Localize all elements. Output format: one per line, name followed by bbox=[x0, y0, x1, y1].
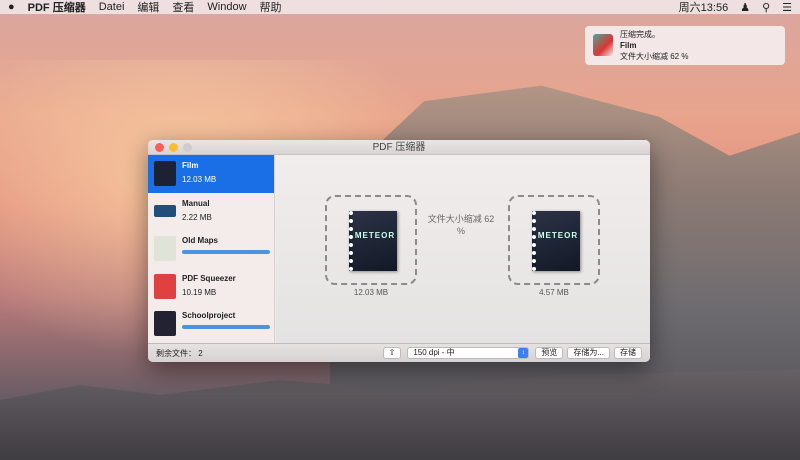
select-arrows-icon: ↕ bbox=[518, 348, 529, 358]
file-thumbnail bbox=[154, 311, 176, 337]
document-icon: METEOR bbox=[532, 211, 580, 271]
menu-app[interactable]: PDF 压缩器 bbox=[28, 0, 86, 15]
dpi-select[interactable]: 150 dpi - 中 ↕ bbox=[407, 347, 530, 359]
save-button[interactable]: 存储 bbox=[614, 347, 642, 359]
menu-view[interactable]: 查看 bbox=[172, 0, 194, 15]
save-as-button[interactable]: 存储为... bbox=[567, 347, 610, 359]
file-name: Schoolproject bbox=[182, 311, 236, 321]
app-window: PDF 压缩器 Film 12.03 MB Manual 2.22 MB Old M… bbox=[148, 140, 650, 362]
clock[interactable]: 周六13:56 bbox=[679, 0, 729, 15]
compressed-size: 4.57 MB bbox=[539, 288, 569, 297]
file-name: Film bbox=[182, 161, 199, 170]
search-icon[interactable]: ⚲ bbox=[762, 1, 770, 14]
compare-panel: METEOR 12.03 MB 文件大小缩减 62 % METEOR 4.57 … bbox=[276, 155, 650, 343]
file-list: Film 12.03 MB Manual 2.22 MB Old Maps PDF … bbox=[148, 155, 275, 343]
menu-datei[interactable]: Datei bbox=[99, 1, 125, 13]
notification-center-icon[interactable]: ☰ bbox=[782, 1, 792, 14]
progress-bar bbox=[182, 325, 270, 330]
reduction-label: 文件大小缩减 62 % bbox=[427, 214, 495, 236]
remaining-files: 剩余文件： 2 bbox=[156, 348, 203, 358]
file-thumbnail bbox=[154, 236, 176, 262]
close-button[interactable] bbox=[155, 143, 164, 152]
list-item[interactable]: Film 12.03 MB bbox=[148, 155, 274, 193]
file-size: 2.22 MB bbox=[182, 212, 212, 222]
menu-window[interactable]: Window bbox=[207, 1, 246, 13]
apple-menu-icon[interactable]: ● bbox=[8, 1, 15, 13]
original-drop-zone[interactable]: METEOR bbox=[325, 195, 417, 285]
zoom-button[interactable] bbox=[183, 143, 192, 152]
original-size: 12.03 MB bbox=[353, 288, 389, 297]
progress-bar bbox=[182, 250, 270, 255]
file-thumbnail bbox=[154, 273, 176, 299]
file-size: 12.03 MB bbox=[182, 175, 217, 184]
title-bar: PDF 压缩器 bbox=[148, 140, 650, 155]
file-name: Manual bbox=[182, 198, 210, 208]
notification-title: 压缩完成。 bbox=[620, 30, 660, 39]
file-name: Old Maps bbox=[182, 236, 219, 246]
file-size: 10.19 MB bbox=[182, 287, 217, 297]
menu-bar: ● PDF 压缩器 Datei 编辑 查看 Window 帮助 周六13:56 … bbox=[0, 0, 800, 14]
file-thumbnail bbox=[154, 161, 176, 186]
file-name: PDF Squeezer bbox=[182, 273, 236, 283]
preview-button[interactable]: 预览 bbox=[535, 347, 564, 359]
compressed-drop-zone[interactable]: METEOR bbox=[508, 195, 600, 285]
share-button[interactable]: ⇧ bbox=[382, 347, 402, 359]
bottom-toolbar: 剩余文件： 2 ⇧ 150 dpi - 中 ↕ 预览 存储为... 存储 bbox=[148, 343, 650, 362]
notification-file: Film bbox=[620, 41, 637, 50]
window-title: PDF 压缩器 bbox=[372, 142, 426, 153]
document-icon: METEOR bbox=[349, 211, 397, 271]
list-item[interactable]: Schoolproject bbox=[148, 305, 274, 343]
notification[interactable]: 压缩完成。 Film 文件大小缩减 62 % bbox=[585, 26, 785, 65]
file-thumbnail bbox=[154, 204, 176, 217]
list-item[interactable]: Old Maps bbox=[148, 230, 274, 268]
list-item[interactable]: Manual 2.22 MB bbox=[148, 193, 274, 231]
menu-edit[interactable]: 编辑 bbox=[137, 0, 159, 15]
list-item[interactable]: PDF Squeezer 10.19 MB bbox=[148, 268, 274, 306]
menu-help[interactable]: 帮助 bbox=[260, 0, 282, 15]
user-icon[interactable]: ♟ bbox=[740, 1, 750, 14]
notification-message: 文件大小缩减 62 % bbox=[620, 52, 689, 61]
minimize-button[interactable] bbox=[169, 143, 178, 152]
app-icon bbox=[593, 34, 613, 56]
